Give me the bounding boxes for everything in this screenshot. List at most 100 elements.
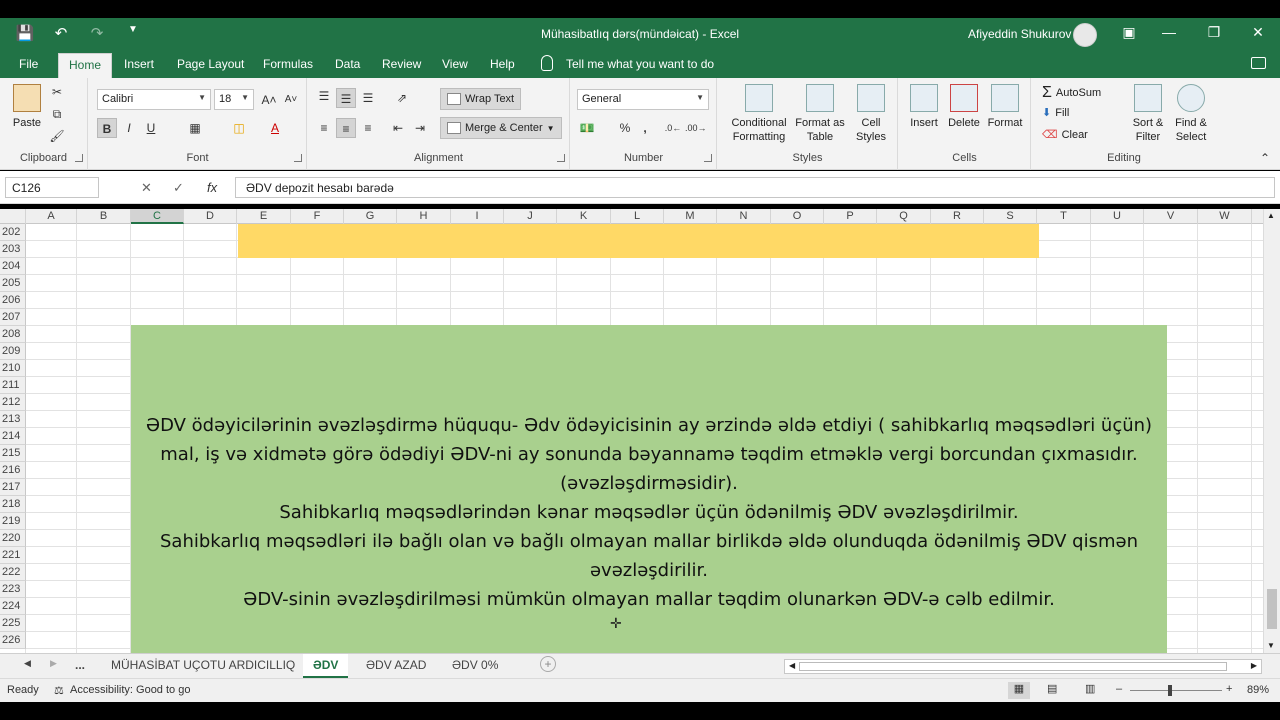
copy-icon[interactable]: ⧉ (47, 104, 67, 124)
clear-button[interactable]: ⌫ Clear (1042, 128, 1088, 142)
format-cells-button[interactable]: Format (985, 84, 1025, 130)
name-box[interactable]: C126 (5, 177, 99, 198)
column-header[interactable]: U (1091, 209, 1144, 224)
page-break-view-icon[interactable]: ▥ (1085, 682, 1095, 695)
column-header[interactable]: V (1144, 209, 1198, 224)
tell-me-search[interactable]: Tell me what you want to do (566, 57, 714, 71)
row-header[interactable]: 217 (0, 479, 26, 496)
close-icon[interactable]: ✕ (1248, 24, 1268, 41)
enter-icon[interactable]: ✓ (173, 180, 184, 196)
align-center-icon[interactable]: ≡ (336, 118, 356, 138)
middle-align-icon[interactable]: ☰ (336, 88, 356, 108)
vertical-scrollbar[interactable]: ▲ ▼ (1263, 209, 1280, 653)
worksheet-grid[interactable]: ABCDEFGHIJKLMNOPQRSTUVW ƏDV ödəyicilərin… (0, 209, 1263, 653)
column-header[interactable]: J (504, 209, 557, 224)
row-header[interactable]: 202 (0, 224, 26, 241)
paste-button[interactable]: Paste (10, 84, 44, 130)
tab-help[interactable]: Help (490, 57, 515, 71)
row-header[interactable]: 218 (0, 496, 26, 513)
tab-page-layout[interactable]: Page Layout (177, 57, 244, 71)
column-header[interactable]: R (931, 209, 984, 224)
align-right-icon[interactable]: ≡ (358, 118, 378, 138)
cancel-icon[interactable]: ✕ (141, 180, 152, 196)
delete-cells-button[interactable]: Delete (945, 84, 983, 130)
column-header[interactable]: G (344, 209, 397, 224)
row-header[interactable]: 204 (0, 258, 26, 275)
zoom-slider-thumb[interactable] (1168, 685, 1172, 696)
font-launcher-icon[interactable] (294, 154, 302, 162)
more-sheets-button[interactable]: ... (75, 658, 85, 672)
column-header[interactable]: T (1037, 209, 1091, 224)
conditional-formatting-button[interactable]: Conditional Formatting (728, 84, 790, 144)
restore-icon[interactable]: ❐ (1204, 24, 1224, 41)
scroll-up-icon[interactable]: ▲ (1267, 211, 1275, 220)
merged-cell-green[interactable]: ƏDV ödəyicilərinin əvəzləşdirmə hüququ- … (131, 325, 1167, 653)
fill-button[interactable]: ⬇ Fill (1042, 106, 1069, 120)
sheet-tab[interactable]: ƏDV 0% (452, 658, 498, 672)
row-header[interactable]: 219 (0, 513, 26, 530)
column-header[interactable]: M (664, 209, 717, 224)
cut-icon[interactable]: ✂ (47, 82, 67, 102)
increase-font-icon[interactable]: A˄ (259, 90, 279, 110)
user-name[interactable]: Afiyeddin Shukurov (968, 27, 1071, 41)
font-size-select[interactable]: 18 ▼ (214, 89, 254, 110)
horizontal-scrollbar[interactable]: ◀ ▶ (784, 659, 1262, 674)
tab-home[interactable]: Home (58, 53, 113, 78)
row-header[interactable]: 209 (0, 343, 26, 360)
clipboard-launcher-icon[interactable] (75, 154, 83, 162)
scroll-thumb[interactable] (1267, 589, 1277, 629)
next-sheet-icon[interactable]: ▶ (50, 658, 57, 669)
normal-view-icon[interactable]: ▦ (1008, 682, 1030, 699)
row-header[interactable]: 203 (0, 241, 26, 258)
row-header[interactable]: 221 (0, 547, 26, 564)
decrease-font-icon[interactable]: A˅ (281, 90, 301, 110)
row-header[interactable]: 206 (0, 292, 26, 309)
increase-indent-icon[interactable]: ⇥ (410, 118, 430, 138)
column-header[interactable]: Q (877, 209, 931, 224)
number-format-select[interactable]: General ▼ (577, 89, 709, 110)
font-color-icon[interactable]: A (265, 118, 285, 138)
column-header[interactable]: E (237, 209, 291, 224)
comma-button[interactable]: , (635, 118, 655, 138)
merge-center-button[interactable]: Merge & Center ▼ (440, 117, 562, 139)
column-header[interactable]: S (984, 209, 1037, 224)
scroll-down-icon[interactable]: ▼ (1267, 641, 1275, 650)
percent-button[interactable]: % (615, 118, 635, 138)
fill-color-icon[interactable]: ◫ (229, 118, 249, 138)
tab-formulas[interactable]: Formulas (263, 57, 313, 71)
column-header[interactable]: O (771, 209, 824, 224)
bottom-align-icon[interactable]: ☰ (358, 88, 378, 108)
accounting-format-icon[interactable]: 💵 (577, 118, 597, 138)
bold-button[interactable]: B (97, 118, 117, 138)
column-header[interactable]: W (1198, 209, 1252, 224)
row-header[interactable]: 210 (0, 360, 26, 377)
comments-icon[interactable] (1251, 57, 1266, 69)
decrease-decimal-icon[interactable]: .00→ (685, 118, 707, 138)
alignment-launcher-icon[interactable] (557, 154, 565, 162)
orientation-icon[interactable]: ⇗ (392, 88, 412, 108)
ribbon-display-icon[interactable]: ▣ (1119, 24, 1139, 41)
row-header[interactable]: 205 (0, 275, 26, 292)
column-header[interactable]: I (451, 209, 504, 224)
merged-cell-yellow[interactable] (238, 224, 1039, 258)
avatar[interactable] (1073, 23, 1097, 47)
column-header[interactable]: C (131, 209, 184, 224)
select-all-corner[interactable] (0, 209, 26, 224)
add-sheet-icon[interactable]: + (540, 656, 556, 672)
align-left-icon[interactable]: ≡ (314, 118, 334, 138)
increase-decimal-icon[interactable]: .0← (663, 118, 683, 138)
row-header[interactable]: 207 (0, 309, 26, 326)
scroll-right-icon[interactable]: ▶ (1251, 661, 1257, 670)
column-header[interactable]: D (184, 209, 237, 224)
wrap-text-button[interactable]: Wrap Text (440, 88, 522, 110)
cell-styles-button[interactable]: Cell Styles (850, 84, 892, 144)
zoom-out-icon[interactable]: – (1116, 683, 1122, 695)
column-header[interactable]: A (26, 209, 77, 224)
sheet-tab[interactable]: ƏDV AZAD (366, 658, 426, 672)
row-header[interactable]: 222 (0, 564, 26, 581)
row-header[interactable]: 226 (0, 632, 26, 649)
number-launcher-icon[interactable] (704, 154, 712, 162)
autosum-button[interactable]: Σ AutoSum (1042, 84, 1101, 102)
row-header[interactable]: 220 (0, 530, 26, 547)
tab-data[interactable]: Data (335, 57, 360, 71)
